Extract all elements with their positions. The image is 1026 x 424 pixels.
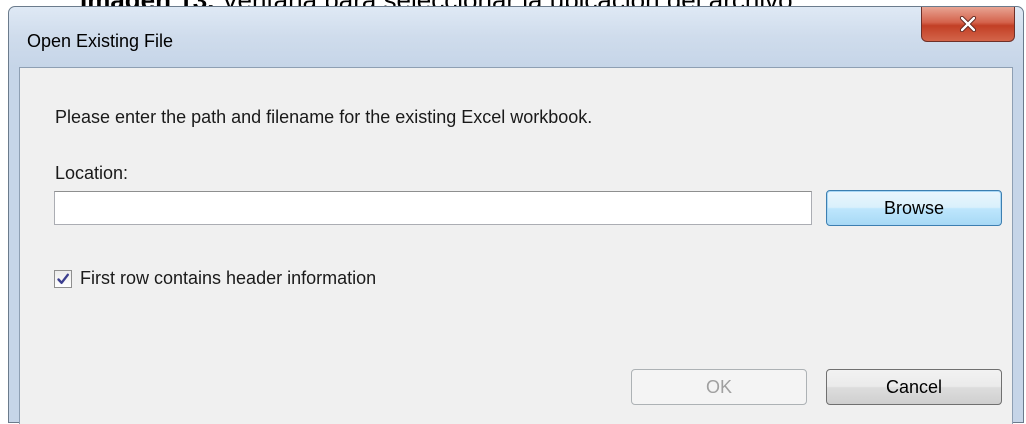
browse-button[interactable]: Browse <box>826 190 1002 226</box>
location-input[interactable] <box>54 191 812 225</box>
cancel-button[interactable]: Cancel <box>826 369 1002 405</box>
instruction-text: Please enter the path and filename for t… <box>55 107 593 127</box>
header-checkbox-label: First row contains header information <box>80 268 377 288</box>
title-bar[interactable]: Open Existing File <box>9 7 1023 71</box>
dialog-body: Please enter the path and filename for t… <box>19 67 1013 424</box>
close-button[interactable] <box>921 7 1015 42</box>
ok-button[interactable]: OK <box>631 369 807 405</box>
location-label: Location: <box>55 163 129 183</box>
window-title: Open Existing File <box>27 31 174 51</box>
header-checkbox[interactable] <box>54 269 72 288</box>
checkmark-icon <box>57 273 69 284</box>
header-checkbox-row[interactable]: First row contains header information <box>54 268 376 289</box>
close-icon <box>959 16 977 32</box>
dialog-window: Open Existing File Please enter the path… <box>8 6 1024 424</box>
